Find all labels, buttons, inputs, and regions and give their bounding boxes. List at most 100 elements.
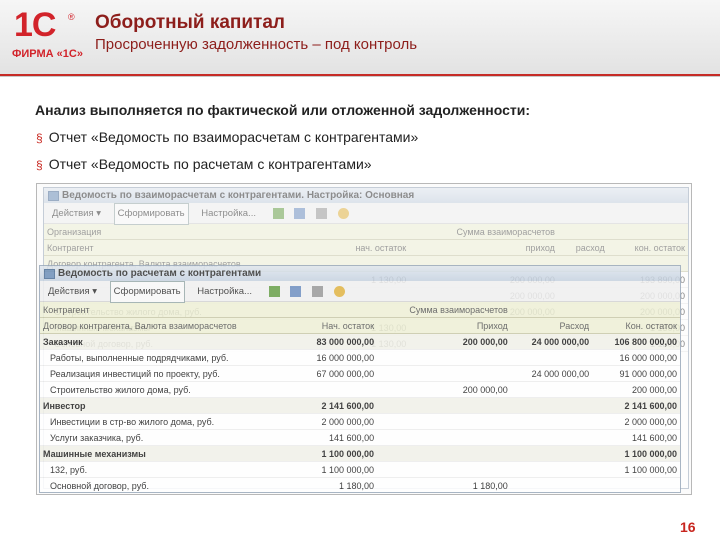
table-cell-value: 200 000,00 <box>377 333 511 350</box>
actions-menu[interactable]: Действия ▾ <box>44 281 101 303</box>
generate-button[interactable]: Сформировать <box>109 281 185 303</box>
settings-button[interactable]: Настройка... <box>197 203 260 225</box>
table-cell-value: 2 141 600,00 <box>592 397 680 414</box>
table-cell-value <box>377 429 511 446</box>
actions-menu[interactable]: Действия ▾ <box>48 203 105 225</box>
table-cell-label: Контрагент <box>44 239 329 256</box>
table-icon[interactable] <box>290 285 302 297</box>
table-cell-value: Сумма взаиморасчетов <box>409 224 558 240</box>
table-cell-value <box>510 429 593 446</box>
table-header-row[interactable]: Контрагент Сумма взаиморасчетов <box>40 302 680 318</box>
table-row[interactable]: Строительство жилого дома, руб. 200 000,0… <box>40 381 680 398</box>
window-title: Ведомость по взаиморасчетам с контрагент… <box>44 188 688 203</box>
table-cell-value <box>510 397 593 414</box>
slide-subtitle: Просроченную задолженность – под контрол… <box>95 36 418 53</box>
table-cell-value <box>510 445 593 462</box>
page-number: 16 <box>680 519 696 535</box>
window-title: Ведомость по расчетам с контрагентами <box>40 266 680 281</box>
bullet-item: § Отчет «Ведомость по расчетам с контраге… <box>36 156 372 172</box>
window-icon <box>44 269 55 279</box>
help-icon[interactable] <box>337 207 349 219</box>
table-row[interactable]: Работы, выполненные подрядчиками, руб. 16… <box>40 349 680 366</box>
table-cell-value <box>557 224 608 240</box>
table-row[interactable]: Услуги заказчика, руб. 141 600,00 141 600,… <box>40 429 680 446</box>
table-cell-value <box>510 381 593 398</box>
table-header-row[interactable]: Договор контрагента, Валюта взаиморасчет… <box>40 317 680 334</box>
table-cell-value <box>510 349 593 366</box>
table-cell-value: 2 000 000,00 <box>295 413 378 430</box>
settings-button[interactable]: Настройка... <box>193 281 256 303</box>
table-cell-value: нач. остаток <box>328 239 410 256</box>
slide-header: 1С ® ФИРМА «1С» Оборотный капитал Просро… <box>0 0 720 77</box>
generate-button[interactable]: Сформировать <box>113 203 189 225</box>
table-cell-value: 1 100 000,00 <box>592 445 680 462</box>
table-cell-value <box>592 477 680 492</box>
table-row[interactable]: 132, руб. 1 100 000,00 1 100 000,00 <box>40 461 680 478</box>
table-group-row[interactable]: Инвестор 2 141 600,00 2 141 600,00 <box>40 397 680 414</box>
table-cell-label: 132, руб. <box>40 461 296 478</box>
table-cell-value <box>377 349 511 366</box>
table-cell-value <box>295 302 378 318</box>
table-cell-label: Реализация инвестиций по проекту, руб. <box>40 365 296 382</box>
table-cell-value: 200 000,00 <box>592 381 680 398</box>
header-divider <box>0 74 720 76</box>
table-cell-label: Договор контрагента, Валюта взаиморасчет… <box>40 317 296 334</box>
filter-icon[interactable] <box>315 207 327 219</box>
table-cell-value: Приход <box>377 317 511 334</box>
table-cell-value: кон. остаток <box>607 239 688 256</box>
table-cell-value <box>607 224 688 240</box>
table-row[interactable]: Реализация инвестиций по проекту, руб. 67… <box>40 365 680 382</box>
table-cell-value <box>328 224 410 240</box>
table-cell-value: 1 180,00 <box>295 477 378 492</box>
table-cell-label: Работы, выполненные подрядчиками, руб. <box>40 349 296 366</box>
window-toolbar: Действия ▾ Сформировать Настройка... <box>44 203 688 225</box>
table-cell-value: 141 600,00 <box>295 429 378 446</box>
bullet-text: Отчет «Ведомость по расчетам с контраген… <box>48 156 372 172</box>
table-cell-value: 1 180,00 <box>377 477 511 492</box>
table-header-row[interactable]: Контрагент нач. остаток приход расход кон. о… <box>44 239 688 256</box>
table-cell-value: Расход <box>510 317 593 334</box>
table-cell-value: 24 000 000,00 <box>510 333 593 350</box>
table-group-row[interactable]: Машинные механизмы 1 100 000,00 1 100 000,… <box>40 445 680 462</box>
table-cell-value <box>510 477 593 492</box>
table-cell-value: расход <box>557 239 608 256</box>
table-icon[interactable] <box>294 207 306 219</box>
table-cell-value <box>377 461 511 478</box>
table-cell-value: 1 100 000,00 <box>295 461 378 478</box>
table-cell-label: Строительство жилого дома, руб. <box>40 381 296 398</box>
table-cell-value <box>377 413 511 430</box>
bullet-marker-icon: § <box>36 158 43 172</box>
table-cell-value <box>510 461 593 478</box>
table-cell-value: 1 100 000,00 <box>295 445 378 462</box>
logo-mark: 1С <box>14 6 56 44</box>
table-cell-value <box>510 302 593 318</box>
table-cell-value: 16 000 000,00 <box>592 349 680 366</box>
help-icon[interactable] <box>333 285 345 297</box>
filter-icon[interactable] <box>311 285 323 297</box>
table-row[interactable]: Основной договор, руб. 1 180,00 1 180,00 <box>40 477 680 492</box>
table-cell-value <box>295 381 378 398</box>
bullet-marker-icon: § <box>36 131 43 145</box>
slide-title: Оборотный капитал <box>95 12 285 33</box>
company-logo: 1С ® ФИРМА «1С» <box>10 6 83 68</box>
table-row[interactable]: Инвестиции в стр-во жилого дома, руб. 2 0… <box>40 413 680 430</box>
registered-mark: ® <box>68 12 75 22</box>
table-cell-value <box>377 365 511 382</box>
table-cell-label: Основной договор, руб. <box>40 477 296 492</box>
table-cell-value: Нач. остаток <box>295 317 378 334</box>
table-cell-label: Заказчик <box>40 333 296 350</box>
table-cell-label: Инвестиции в стр-во жилого дома, руб. <box>40 413 296 430</box>
table-cell-label: Услуги заказчика, руб. <box>40 429 296 446</box>
table-header-row[interactable]: Организация Сумма взаиморасчетов <box>44 224 688 240</box>
table-cell-label: Машинные механизмы <box>40 445 296 462</box>
table-cell-value: 24 000 000,00 <box>510 365 593 382</box>
table-cell-value: 2 141 600,00 <box>295 397 378 414</box>
table-cell-value <box>592 302 680 318</box>
table-cell-value: Сумма взаиморасчетов <box>377 302 511 318</box>
front-report-table: Контрагент Сумма взаиморасчетов Договор ко… <box>40 302 680 492</box>
save-icon[interactable] <box>272 207 284 219</box>
window-toolbar: Действия ▾ Сформировать Настройка... <box>40 281 680 303</box>
save-icon[interactable] <box>268 285 280 297</box>
table-group-row[interactable]: Заказчик 83 000 000,00 200 000,00 24 000 00… <box>40 333 680 350</box>
table-cell-value <box>377 397 511 414</box>
